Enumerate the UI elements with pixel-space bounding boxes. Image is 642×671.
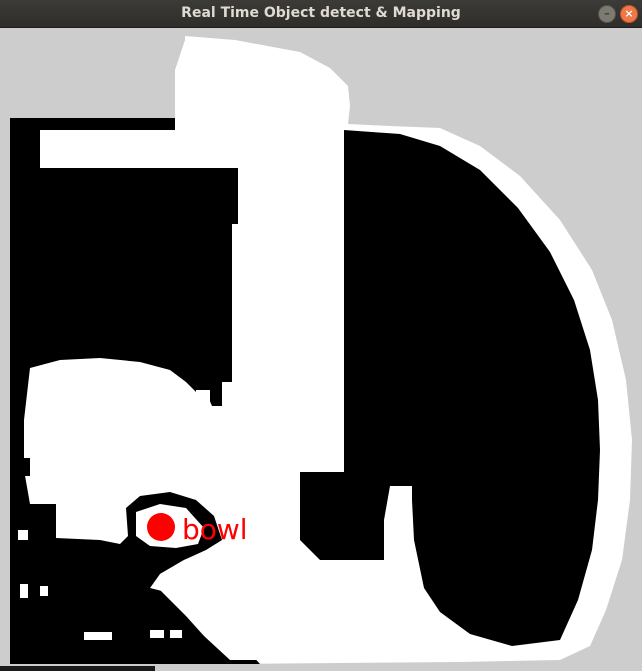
free-noise [170,630,182,638]
free-noise [18,530,28,540]
minimize-button[interactable]: – [598,5,616,23]
bottom-edge [0,666,155,671]
free-noise [150,630,164,638]
window-title: Real Time Object detect & Mapping [181,5,461,21]
map-canvas: bowl [0,28,642,671]
app-window: Real Time Object detect & Mapping – × bo… [0,0,642,671]
free-noise [84,632,112,640]
close-button[interactable]: × [620,5,638,23]
free-noise [196,390,210,426]
free-noise [20,584,28,598]
detection-marker-bowl [147,513,175,541]
free-noise [40,586,48,596]
title-bar[interactable]: Real Time Object detect & Mapping – × [0,0,642,28]
detection-label-bowl: bowl [182,513,248,546]
occupancy-map: bowl [0,28,642,671]
occupied-noise [20,458,30,476]
